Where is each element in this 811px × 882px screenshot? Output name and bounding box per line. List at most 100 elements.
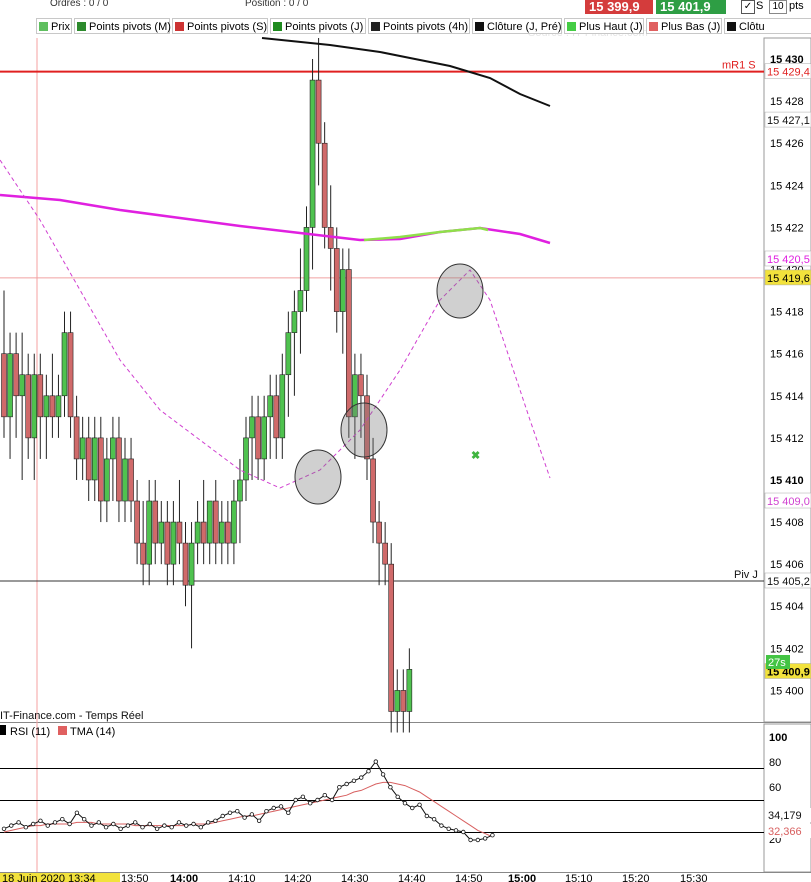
time-axis-tick: 14:10: [228, 873, 256, 882]
rsi-point: [162, 823, 167, 828]
candle-body: [37, 374, 44, 418]
close-tag-value: 15 427,1: [767, 115, 810, 127]
legend-swatch: [39, 22, 48, 31]
legend-item-9[interactable]: Clôtu: [724, 18, 811, 34]
legend-label: Points pivots (4h): [383, 21, 468, 33]
mr1-label: mR1 S: [722, 60, 756, 72]
rsi-point: [373, 759, 379, 764]
rsi-point: [351, 778, 357, 783]
candle-body: [170, 521, 177, 565]
candle-body: [358, 374, 364, 397]
rsi-point: [344, 781, 349, 787]
legend-item-3[interactable]: Points pivots (S): [172, 18, 268, 34]
rsi-point: [140, 825, 145, 830]
time-axis-tick: 15:10: [565, 873, 593, 882]
rsi-point: [60, 817, 65, 822]
checkbox-s-label: S: [756, 0, 764, 12]
candle-body: [158, 521, 165, 544]
buy-price-button[interactable]: 15 401,9: [656, 0, 726, 14]
price-axis-tick: 15 418: [770, 307, 804, 319]
candle-body: [1, 353, 7, 418]
pts-input[interactable]: 10: [769, 0, 787, 14]
rsi-point: [89, 823, 94, 828]
legend-item-7[interactable]: Plus Haut (J): [564, 18, 644, 34]
legend-item-8[interactable]: Plus Bas (J): [646, 18, 722, 34]
rsi-point: [96, 820, 101, 825]
rsi-axis-panel: [763, 723, 811, 873]
indicator-legend: Prix Points pivots (M) Points pivots (S) Po…: [0, 17, 811, 35]
legend-swatch: [475, 22, 484, 31]
candle-body: [382, 542, 388, 565]
rsi-point: [184, 823, 189, 828]
pts-label: pts: [789, 0, 804, 12]
pivot-label: Piv J: [734, 569, 758, 581]
rsi-point: [154, 826, 160, 831]
rsi-point: [286, 810, 291, 815]
legend-swatch: [77, 22, 86, 31]
rsi-point: [468, 837, 473, 843]
legend-label: Clôtu: [739, 21, 765, 33]
candle-body: [333, 248, 340, 312]
rsi-point: [205, 820, 211, 825]
candle-body: [116, 437, 122, 502]
candle-body: [231, 500, 237, 544]
rsi-point: [417, 802, 422, 807]
price-axis-tick: 15 410: [770, 475, 804, 487]
candle-body: [110, 437, 116, 460]
legend-item-1[interactable]: Prix: [36, 18, 72, 34]
rsi-point: [38, 818, 43, 823]
candle-body: [104, 458, 110, 502]
legend-item-6[interactable]: Clôture (J, Pré): [472, 18, 562, 34]
time-axis-tick: 14:30: [341, 873, 369, 882]
rsi-point: [402, 801, 408, 806]
legend-item-2[interactable]: Points pivots (M): [74, 18, 171, 34]
legend-item-5[interactable]: Points pivots (4h): [368, 18, 470, 34]
candle-body: [225, 521, 231, 544]
mr1-tag-value: 15 429,4: [767, 67, 810, 79]
time-axis-tick: 15:30: [680, 873, 708, 882]
rsi-point: [446, 826, 451, 831]
legend-item-4[interactable]: Points pivots (J): [270, 18, 366, 34]
rsi-point: [1, 826, 7, 831]
candle-body: [219, 521, 225, 544]
legend-label: Plus Haut (J): [579, 21, 643, 33]
time-axis-tick: 13:50: [121, 873, 149, 882]
price-axis-tick: 15 424: [770, 180, 804, 192]
candle-body: [243, 437, 249, 481]
candle-body: [91, 437, 98, 481]
candle-body: [7, 353, 13, 418]
rsi-point: [380, 772, 386, 777]
rsi-legend-swatch: [0, 725, 6, 735]
green-cross-marker: ✖: [471, 450, 480, 462]
candle-body: [122, 458, 128, 502]
legend-swatch: [371, 22, 380, 31]
price-axis-tick: 15 402: [770, 643, 804, 655]
rsi-point: [315, 797, 320, 803]
checkbox-s[interactable]: ✓: [741, 0, 755, 14]
rsi-point: [410, 805, 415, 811]
candle-body: [188, 542, 195, 586]
legend-label: Plus Bas (J): [661, 21, 721, 33]
price-axis-tick: 15 404: [770, 601, 804, 613]
sell-price-button[interactable]: 15 399,9: [585, 0, 653, 14]
candle-body: [237, 479, 243, 502]
rsi-point: [395, 794, 400, 799]
rsi-point: [227, 810, 233, 815]
candle-body: [67, 332, 74, 418]
candle-body: [85, 437, 92, 481]
trading-chart[interactable]: Source : IT-Finance.com15 43015 42815 42…: [0, 0, 811, 882]
rsi-point: [256, 818, 262, 823]
rsi-point: [81, 817, 87, 822]
rsi-legend-label: RSI (11): [10, 726, 50, 738]
candle-body: [25, 374, 32, 439]
price-axis-tick: 15 400: [770, 685, 804, 697]
price-axis-tick: 15 422: [770, 222, 804, 234]
candle-body: [303, 227, 310, 291]
ma2-tag-value: 15 409,0: [767, 496, 810, 508]
candle-body: [182, 542, 189, 586]
candle-body: [291, 311, 298, 333]
rsi-point: [176, 820, 182, 825]
candle-body: [400, 690, 407, 712]
rsi-point: [322, 793, 327, 798]
rsi-point: [111, 821, 116, 827]
